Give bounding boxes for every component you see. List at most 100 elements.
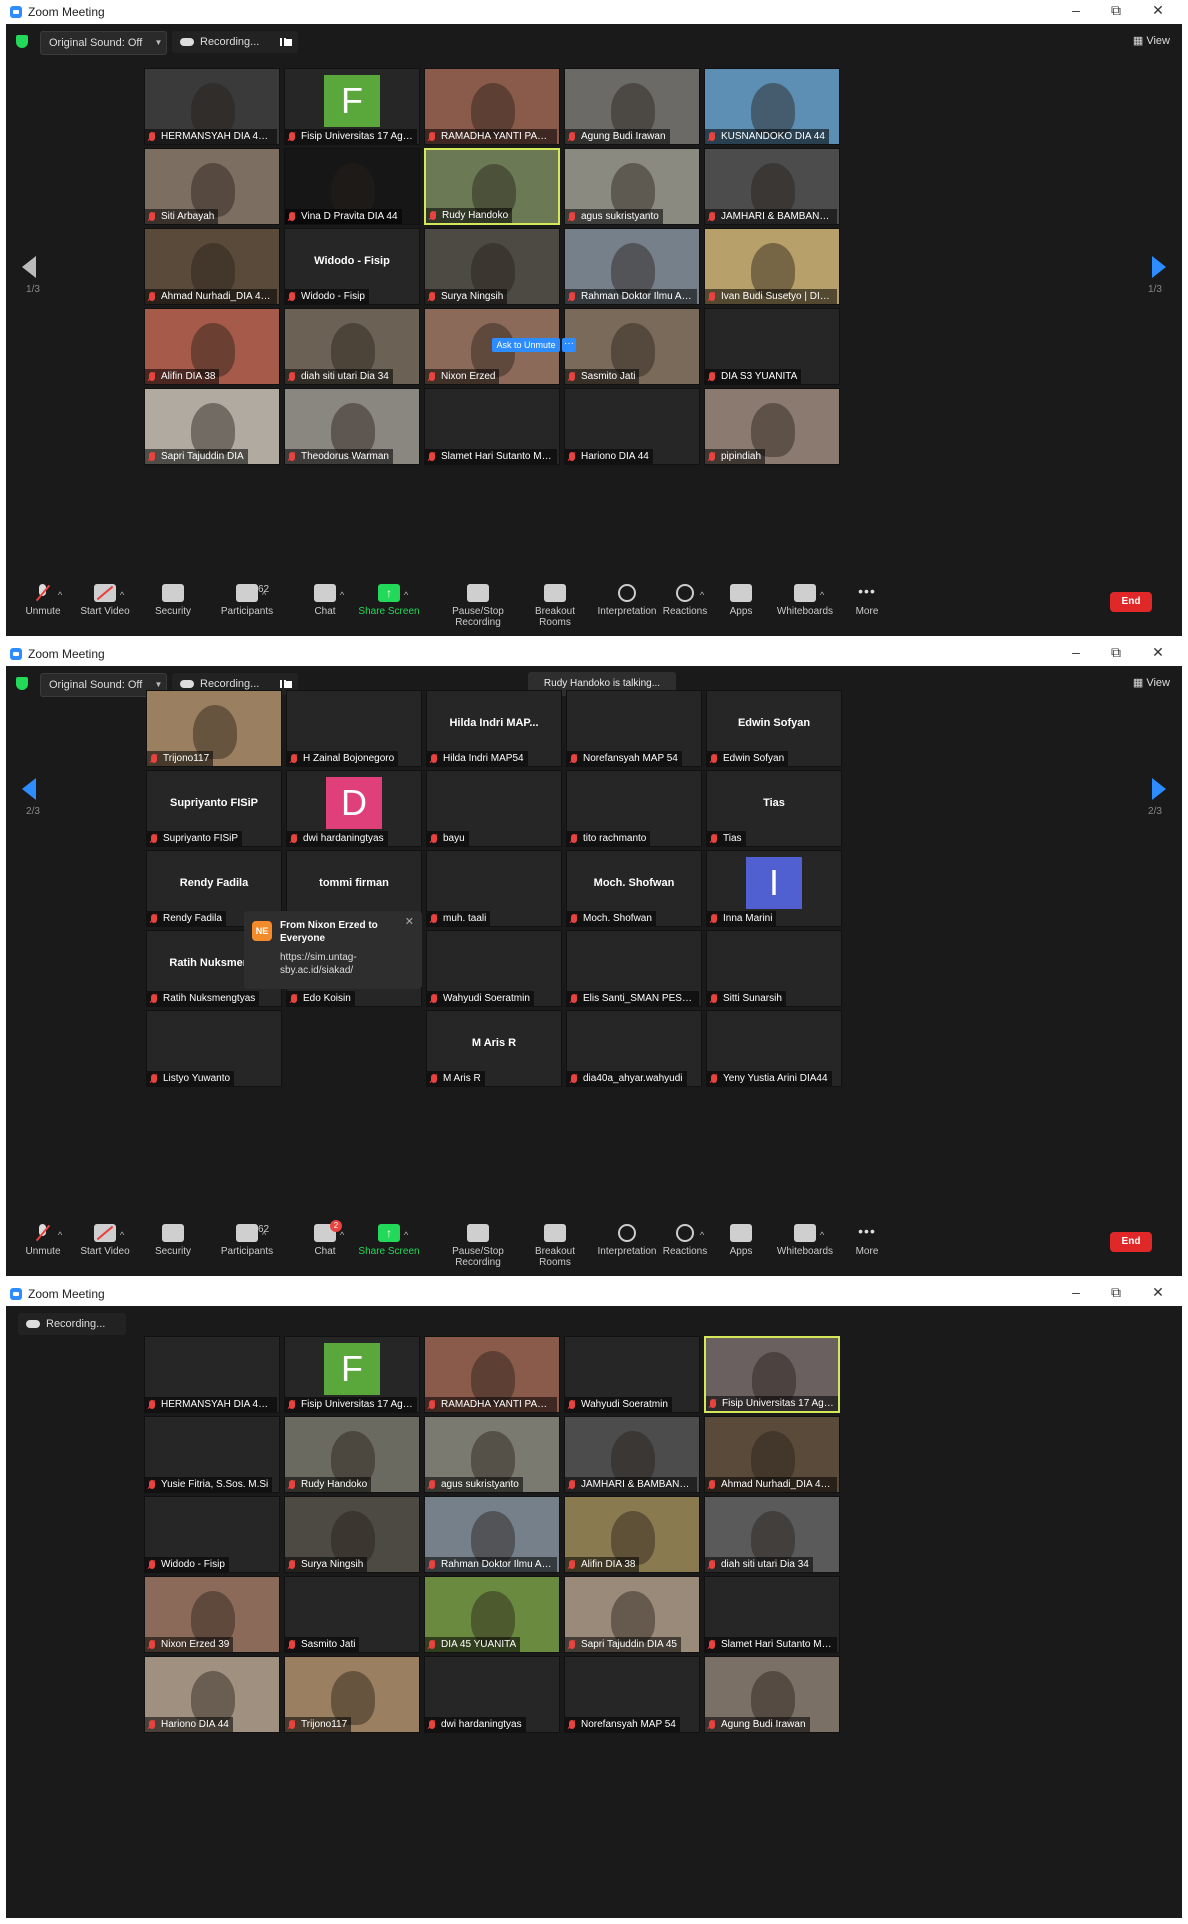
video-tile[interactable]: F Fisip Universitas 17 Agustu... [284,1336,420,1413]
video-tile[interactable]: Norefansyah MAP 54 [564,1656,700,1733]
video-tile[interactable]: Norefansyah MAP 54 [566,690,702,767]
video-tile[interactable]: H Zainal Bojonegoro [286,690,422,767]
video-tile[interactable]: KUSNANDOKO DIA 44 [704,68,840,145]
video-tile[interactable]: Surya Ningsih [284,1496,420,1573]
view-button[interactable]: ▦ View [1133,676,1170,689]
next-page-arrow[interactable] [1152,778,1166,800]
video-tile[interactable]: pipindiah [704,388,840,465]
video-tile[interactable]: Wahyudi Soeratmin [564,1336,700,1413]
more-button[interactable]: ••• More [830,584,904,617]
chevron-up-icon[interactable]: ^ [120,590,124,600]
video-tile[interactable]: Edwin Sofyan Edwin Sofyan [706,690,842,767]
video-tile[interactable]: agus sukristyanto [424,1416,560,1493]
close-button[interactable]: ✕ [1148,2,1168,19]
breakout-rooms-button[interactable]: Breakout Rooms [518,584,592,628]
video-tile[interactable]: Sapri Tajuddin DIA 45 [564,1576,700,1653]
video-tile[interactable]: Ahmad Nurhadi_DIA 44_Gr... [704,1416,840,1493]
video-tile[interactable]: Elis Santi_SMAN PESANGG... [566,930,702,1007]
video-tile[interactable]: Slamet Hari Sutanto MAP 54 [704,1576,840,1653]
security-button[interactable]: Security [136,1224,210,1257]
chat-notification-popup[interactable]: NE From Nixon Erzed to Everyone https://… [244,911,422,989]
view-button[interactable]: ▦ View [1133,34,1170,47]
chevron-up-icon[interactable]: ^ [340,1230,344,1240]
video-tile[interactable]: Sapri Tajuddin DIA [144,388,280,465]
encryption-shield-icon[interactable] [16,677,28,690]
video-tile[interactable]: HERMANSYAH DIA 45 BER... [144,68,280,145]
video-tile[interactable]: Trijono117 [284,1656,420,1733]
video-tile[interactable]: Vina D Pravita DIA 44 [284,148,420,225]
video-tile[interactable]: agus sukristyanto [564,148,700,225]
video-tile[interactable]: Rudy Handoko [284,1416,420,1493]
video-tile[interactable]: Hariono DIA 44 [144,1656,280,1733]
video-tile[interactable]: Ddwi hardaningtyas [286,770,422,847]
video-tile[interactable]: Agung Budi Irawan [704,1656,840,1733]
video-tile[interactable]: JAMHARI & BAMBANG PR... [704,148,840,225]
video-tile[interactable]: DIA S3 YUANITA [704,308,840,385]
video-tile[interactable]: RAMADHA YANTI PARINDU... [424,68,560,145]
video-tile[interactable]: Alifin DIA 38 [564,1496,700,1573]
apps-button[interactable]: Apps [704,584,778,617]
video-tile[interactable]: Tias Tias [706,770,842,847]
video-tile[interactable]: Wahyudi Soeratmin [426,930,562,1007]
video-tile[interactable]: F Fisip Universitas 17 Agustu... [284,68,420,145]
close-button[interactable]: ✕ [1148,1284,1168,1301]
chevron-up-icon[interactable]: ^ [340,590,344,600]
video-tile[interactable]: Supriyanto FISiP Supriyanto FISiP [146,770,282,847]
previous-page-arrow[interactable] [22,256,36,278]
video-tile[interactable]: diah siti utari Dia 34 [284,308,420,385]
video-tile[interactable]: Surya Ningsih [424,228,560,305]
participants-button[interactable]: 62 Participants [210,1224,284,1257]
video-tile[interactable]: Rudy Handoko [424,148,560,225]
video-tile[interactable]: Moch. Shofwan Moch. Shofwan [566,850,702,927]
video-tile[interactable]: Yeny Yustia Arini DIA44 [706,1010,842,1087]
close-popup-icon[interactable]: ✕ [405,915,414,928]
video-tile[interactable]: HERMANSYAH DIA 45 BER... [144,1336,280,1413]
video-tile[interactable]: muh. taali [426,850,562,927]
maximize-button[interactable]: ⧉ [1106,644,1126,661]
video-tile[interactable]: dia40a_ahyar.wahyudi [566,1010,702,1087]
start-video-button[interactable]: Start Video [68,584,142,617]
chevron-up-icon[interactable]: ^ [262,590,266,600]
more-button[interactable]: ••• More [830,1224,904,1257]
maximize-button[interactable]: ⧉ [1106,1284,1126,1301]
share-screen-button[interactable]: Share Screen [352,584,426,617]
minimize-button[interactable]: – [1066,644,1086,660]
close-button[interactable]: ✕ [1148,644,1168,661]
encryption-shield-icon[interactable] [16,35,28,48]
chat-button[interactable]: Chat [288,584,362,617]
video-tile[interactable]: Siti Arbayah [144,148,280,225]
video-tile[interactable]: Ivan Budi Susetyo | DIA 41 [704,228,840,305]
video-tile[interactable]: Theodorus Warman [284,388,420,465]
video-tile[interactable]: Hilda Indri MAP... Hilda Indri MAP54 [426,690,562,767]
breakout-rooms-button[interactable]: Breakout Rooms [518,1224,592,1268]
video-tile[interactable]: Rahman Doktor Ilmu Admi... [424,1496,560,1573]
stop-recording-icon[interactable] [285,681,292,688]
video-tile[interactable]: Sitti Sunarsih [706,930,842,1007]
minimize-button[interactable]: – [1066,1284,1086,1300]
original-sound-toggle[interactable]: Original Sound: Off ▼ [40,31,168,55]
chevron-up-icon[interactable]: ^ [58,590,62,600]
chevron-up-icon[interactable]: ^ [820,1230,824,1240]
video-tile[interactable]: Ahmad Nurhadi_DIA 44_Gr... [144,228,280,305]
video-tile[interactable]: tito rachmanto [566,770,702,847]
chat-message-text[interactable]: https://sim.untag-sby.ac.id/siakad/ [280,951,400,977]
video-tile[interactable]: Widodo - Fisip Widodo - Fisip [284,228,420,305]
video-tile[interactable]: Listyo Yuwanto [146,1010,282,1087]
video-tile[interactable]: Fisip Universitas 17 Agustus S... [704,1336,840,1413]
video-tile[interactable]: Agung Budi Irawan [564,68,700,145]
tile-more-options-button[interactable]: ··· [562,338,576,352]
chevron-up-icon[interactable]: ^ [120,1230,124,1240]
pause-stop-recording-button[interactable]: Pause/Stop Recording [428,584,528,628]
video-tile[interactable]: M Aris R M Aris R [426,1010,562,1087]
chevron-up-icon[interactable]: ^ [404,590,408,600]
chat-button[interactable]: 2 Chat [288,1220,362,1257]
stop-recording-icon[interactable] [285,39,292,46]
chevron-up-icon[interactable]: ^ [262,1230,266,1240]
video-tile[interactable]: Trijono117 [146,690,282,767]
minimize-button[interactable]: – [1066,2,1086,18]
next-page-arrow[interactable] [1152,256,1166,278]
video-tile[interactable]: I Inna Marini [706,850,842,927]
pause-stop-recording-button[interactable]: Pause/Stop Recording [428,1224,528,1268]
previous-page-arrow[interactable] [22,778,36,800]
apps-button[interactable]: Apps [704,1224,778,1257]
